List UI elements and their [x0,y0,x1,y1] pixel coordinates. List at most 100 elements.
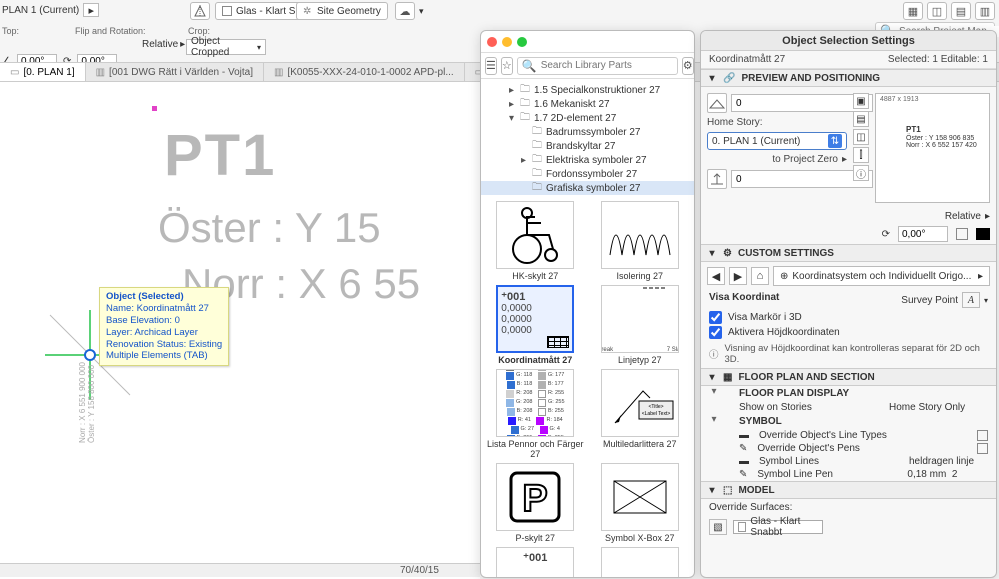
canvas-text-oster: Öster : Y 15 [158,204,381,252]
tab-plan1[interactable]: ▭[0. PLAN 1] [0,63,86,81]
setting-symbol-lines[interactable]: ▬Symbol Linesheldragen linje [701,455,996,468]
setting-override-pens[interactable]: ✎Override Object's Pens [701,442,996,455]
rotation-input[interactable] [898,226,948,242]
chevron-right-icon[interactable]: ▸ [180,39,185,50]
coord-system-icon: ⊕ [780,271,788,282]
preview-mode-3d-icon[interactable]: ▣ [853,93,869,109]
site-geometry-chip[interactable]: ✲ Site Geometry [296,2,388,20]
disclosure-triangle-icon[interactable]: ▾ [707,73,717,84]
prev-page-button[interactable]: ◀ [707,267,725,285]
tab-k0055[interactable]: ▥[K0055-XXX-24-010-1-0002 APD-pl... [264,63,465,81]
home-page-icon[interactable]: ⌂ [751,267,769,285]
chevron-right-icon[interactable]: ▸ [985,211,990,222]
to-project-zero-label: to Project Zero [772,154,838,165]
preview-line2: Öster : Y 158 906 835 [906,135,977,143]
disclosure-triangle-icon[interactable]: ▾ [709,414,719,425]
elevation-input[interactable] [731,94,873,112]
tab-dwg[interactable]: ▥[001 DWG Rätt i Världen - Vojta] [86,63,264,81]
drawing-canvas[interactable]: PT1 Öster : Y 15 Norr : X 6 55 Norr : X … [0,82,480,579]
chevron-down-icon[interactable]: ▾ [984,296,988,305]
checkbox[interactable] [977,430,988,441]
close-window-icon[interactable] [487,37,497,47]
tree-item-selected[interactable]: 🗀Grafiska symboler 27 [481,181,694,195]
cloud-sync-icon[interactable]: ☁ [395,2,415,20]
next-page-button[interactable]: ▶ [729,267,747,285]
thumb-extra2: 70/40/15 [601,547,679,578]
survey-point-value: Survey Point [901,295,958,306]
chevron-down-icon[interactable]: ▾ [419,6,424,17]
preview-thumbnail: 4887 x 1913 PT1 Öster : Y 158 906 835 No… [875,93,990,203]
library-browser-window: ☰ ☆ 🔍 ⚙ ▸🗀1.5 Specialkonstruktioner 27 ▸… [480,30,695,578]
setting-override-line-types[interactable]: ▬Override Object's Line Types [701,429,996,442]
selection-handle[interactable] [152,106,157,111]
library-item[interactable]: 70/40/15 [590,547,691,578]
library-item[interactable]: ⁺001 [485,547,586,578]
tree-item[interactable]: 🗀Badrumssymboler 27 [481,125,694,139]
preview-mode-front-icon[interactable]: ◫ [853,129,869,145]
library-item[interactable]: 1 SolidLine2 Dotted 6 Break7 Slash 11 Ci… [590,285,691,365]
library-tree[interactable]: ▸🗀1.5 Specialkonstruktioner 27 ▸🗀1.6 Mek… [481,79,694,197]
canvas-text-pt1: PT1 [164,122,276,189]
tree-item[interactable]: ▸🗀1.6 Mekaniskt 27 [481,97,694,111]
tree-item[interactable]: ▸🗀1.5 Specialkonstruktioner 27 [481,83,694,97]
surface-paint-icon[interactable]: ▧ [709,519,727,535]
layout-tool-1-icon[interactable]: ▦ [903,2,923,20]
height-input[interactable] [731,170,873,188]
tooltip-title: Object (Selected) [106,291,222,303]
section-preview-positioning[interactable]: ▾ 🔗 PREVIEW AND POSITIONING [701,69,996,87]
svg-text:P: P [523,478,548,520]
plan-chevron[interactable]: ▸ [83,3,99,17]
layout-tool-4-icon[interactable]: ▥ [975,2,995,20]
preview-mode-side-icon[interactable]: ⫿ [853,147,869,163]
library-item[interactable]: HK-skylt 27 [485,201,586,281]
tree-item[interactable]: ▾🗀1.7 2D-element 27 [481,111,694,125]
chevron-right-icon[interactable]: ▸ [842,154,847,165]
preview-dimensions: 4887 x 1913 [880,96,919,104]
section-model[interactable]: ▾ ⬚ MODEL [701,481,996,499]
relative-label: Relative [945,211,981,222]
preview-mode-info-icon[interactable]: ⓘ [853,165,869,181]
library-view-toggle-icon[interactable]: ☰ [485,57,497,75]
crop-select[interactable]: Object Cropped ▾ [186,39,266,55]
tree-item[interactable]: ▸🗀Elektriska symboler 27 [481,153,694,167]
library-item[interactable]: R: 114 R: 177 G: 118 G: 177 B: 118 B: 17… [485,369,586,459]
window-traffic-lights[interactable] [487,37,527,47]
layout-tool-3-icon[interactable]: ▤ [951,2,971,20]
disclosure-triangle-icon[interactable]: ▾ [707,485,717,496]
disclosure-triangle-icon[interactable]: ▾ [707,248,717,259]
chk-aktivera-hojd[interactable]: Aktivera Höjdkoordinaten [701,325,996,340]
library-search-input[interactable] [541,60,673,71]
disclosure-triangle-icon[interactable]: ▾ [707,372,717,383]
library-item[interactable]: Symbol X-Box 27 [590,463,691,543]
folder-icon: 🗀 [532,180,542,197]
mirror-toggle-icon[interactable] [976,228,990,240]
chk-visa-markor[interactable]: Visa Markör i 3D [701,310,996,325]
survey-point-select[interactable]: A [962,292,980,308]
setting-symbol-line-pen[interactable]: ✎Symbol Line Pen0,18 mm 2 [701,468,996,481]
flip-mirror-tool-icon[interactable] [190,2,210,20]
library-settings-gear-icon[interactable]: ⚙ [682,57,694,75]
tree-item[interactable]: 🗀Brandskyltar 27 [481,139,694,153]
library-item-selected[interactable]: ⁺001 0,00000,00000,0000 Koordinatmått 27 [485,285,586,365]
surface-swatch-select[interactable]: Glas - Klart Snabbt [733,520,823,534]
preview-mode-plan-icon[interactable]: ▤ [853,111,869,127]
checkbox[interactable] [977,443,988,454]
lock-checkbox[interactable] [956,228,968,240]
setting-show-on-stories[interactable]: Show on StoriesHome Story Only [701,401,996,414]
minimize-window-icon[interactable] [502,37,512,47]
library-item[interactable]: <Title><Label Text> Multiledarlittera 27 [590,369,691,459]
zoom-window-icon[interactable] [517,37,527,47]
custom-settings-dropdown[interactable]: ⊕Koordinatsystem och Individuellt Origo.… [773,266,990,286]
panel-selection-count: Selected: 1 Editable: 1 [888,54,988,65]
home-story-select[interactable]: 0. PLAN 1 (Current) ⇅ [707,132,847,150]
section-custom-settings[interactable]: ▾ ⚙ CUSTOM SETTINGS [701,244,996,262]
selection-tooltip: Object (Selected) Name: Koordinatmått 27… [99,287,229,366]
section-floor-plan[interactable]: ▾ ▦ FLOOR PLAN AND SECTION [701,368,996,386]
line-icon: ▬ [739,430,749,441]
disclosure-triangle-icon[interactable]: ▾ [709,386,719,397]
library-item[interactable]: Isolering 27 [590,201,691,281]
tree-item[interactable]: 🗀Fordonssymboler 27 [481,167,694,181]
favorite-star-icon[interactable]: ☆ [501,57,513,75]
library-item[interactable]: P P-skylt 27 [485,463,586,543]
layout-tool-2-icon[interactable]: ◫ [927,2,947,20]
